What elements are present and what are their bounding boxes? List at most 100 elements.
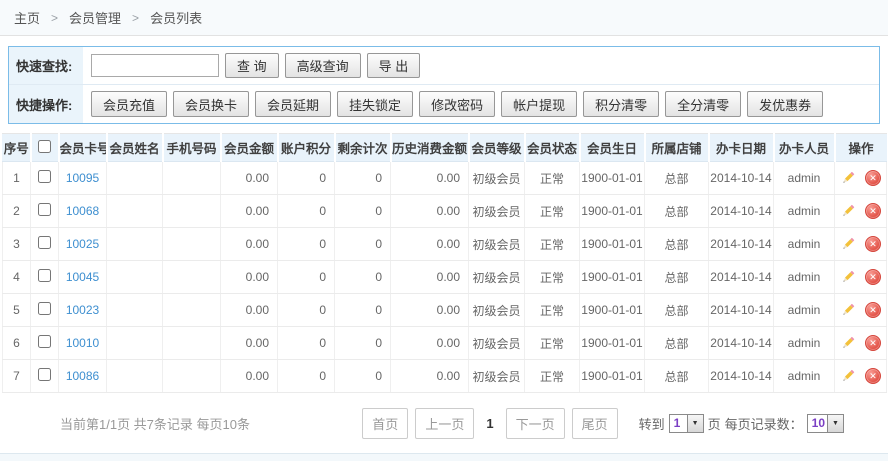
card-number-link[interactable]: 10086 bbox=[66, 369, 99, 383]
member-change-card-button[interactable]: 会员换卡 bbox=[173, 91, 249, 117]
cell-store: 总部 bbox=[645, 360, 709, 393]
header-open-date: 办卡日期 bbox=[709, 134, 774, 162]
cell-operator: admin bbox=[774, 360, 835, 393]
cell-phone bbox=[163, 327, 221, 360]
edit-pencil-icon[interactable] bbox=[840, 170, 856, 186]
card-number-link[interactable]: 10025 bbox=[66, 237, 99, 251]
first-page-button[interactable]: 首页 bbox=[362, 408, 408, 439]
cell-open-date: 2014-10-14 bbox=[709, 162, 774, 195]
page-size-label: 每页记录数： bbox=[725, 414, 803, 433]
header-card-number: 会员卡号 bbox=[59, 134, 107, 162]
row-checkbox[interactable] bbox=[38, 269, 51, 282]
delete-icon[interactable]: ✕ bbox=[865, 170, 881, 186]
card-number-link[interactable]: 10068 bbox=[66, 204, 99, 218]
cell-operation: ✕ bbox=[835, 162, 887, 195]
card-number-link[interactable]: 10023 bbox=[66, 303, 99, 317]
row-checkbox[interactable] bbox=[38, 170, 51, 183]
cell-amount: 0.00 bbox=[221, 294, 278, 327]
quick-search-input[interactable] bbox=[91, 54, 219, 77]
cell-checkbox bbox=[31, 261, 59, 294]
cell-member-name bbox=[107, 360, 163, 393]
delete-icon[interactable]: ✕ bbox=[865, 368, 881, 384]
cell-store: 总部 bbox=[645, 261, 709, 294]
row-checkbox[interactable] bbox=[38, 236, 51, 249]
cell-remaining-times: 0 bbox=[335, 327, 391, 360]
header-amount: 会员金额 bbox=[221, 134, 278, 162]
goto-page-select[interactable]: 1 ▼ bbox=[669, 414, 704, 433]
export-button[interactable]: 导 出 bbox=[367, 53, 421, 78]
select-all-checkbox[interactable] bbox=[38, 140, 51, 153]
delete-icon[interactable]: ✕ bbox=[865, 236, 881, 252]
header-points: 账户积分 bbox=[278, 134, 335, 162]
card-number-link[interactable]: 10045 bbox=[66, 270, 99, 284]
header-member-name: 会员姓名 bbox=[107, 134, 163, 162]
cell-operation: ✕ bbox=[835, 327, 887, 360]
card-number-link[interactable]: 10010 bbox=[66, 336, 99, 350]
header-operation: 操作 bbox=[835, 134, 887, 162]
send-coupon-button[interactable]: 发优惠券 bbox=[747, 91, 823, 117]
points-clear-button[interactable]: 积分清零 bbox=[583, 91, 659, 117]
edit-pencil-icon[interactable] bbox=[840, 269, 856, 285]
cell-remaining-times: 0 bbox=[335, 360, 391, 393]
report-loss-lock-button[interactable]: 挂失锁定 bbox=[337, 91, 413, 117]
row-checkbox[interactable] bbox=[38, 203, 51, 216]
last-page-button[interactable]: 尾页 bbox=[572, 408, 618, 439]
cell-card-number: 10023 bbox=[59, 294, 107, 327]
edit-pencil-icon[interactable] bbox=[840, 335, 856, 351]
member-recharge-button[interactable]: 会员充值 bbox=[91, 91, 167, 117]
cell-open-date: 2014-10-14 bbox=[709, 327, 774, 360]
cell-status: 正常 bbox=[525, 360, 580, 393]
cell-level: 初级会员 bbox=[469, 360, 525, 393]
cell-checkbox bbox=[31, 228, 59, 261]
cell-checkbox bbox=[31, 360, 59, 393]
advanced-query-button[interactable]: 高级查询 bbox=[285, 53, 361, 78]
row-checkbox[interactable] bbox=[38, 335, 51, 348]
cell-operator: admin bbox=[774, 294, 835, 327]
card-number-link[interactable]: 10095 bbox=[66, 171, 99, 185]
row-checkbox[interactable] bbox=[38, 302, 51, 315]
cell-card-number: 10010 bbox=[59, 327, 107, 360]
breadcrumb-member-management[interactable]: 会员管理 bbox=[69, 8, 121, 27]
next-page-button[interactable]: 下一页 bbox=[506, 408, 565, 439]
cell-phone bbox=[163, 261, 221, 294]
cell-status: 正常 bbox=[525, 261, 580, 294]
cell-birthday: 1900-01-01 bbox=[580, 327, 645, 360]
page-size-select[interactable]: 10 ▼ bbox=[807, 414, 844, 433]
dropdown-arrow-icon: ▼ bbox=[687, 415, 703, 432]
cell-operation: ✕ bbox=[835, 360, 887, 393]
cell-checkbox bbox=[31, 162, 59, 195]
cell-member-name bbox=[107, 327, 163, 360]
edit-pencil-icon[interactable] bbox=[840, 236, 856, 252]
delete-icon[interactable]: ✕ bbox=[865, 269, 881, 285]
cell-phone bbox=[163, 228, 221, 261]
account-withdraw-button[interactable]: 帐户提现 bbox=[501, 91, 577, 117]
table-row: 3 10025 0.00 0 0 0.00 初级会员 正常 1900-01-01… bbox=[3, 228, 887, 261]
breadcrumb-home[interactable]: 主页 bbox=[14, 8, 40, 27]
cell-store: 总部 bbox=[645, 294, 709, 327]
delete-icon[interactable]: ✕ bbox=[865, 302, 881, 318]
edit-pencil-icon[interactable] bbox=[840, 203, 856, 219]
all-points-clear-button[interactable]: 全分清零 bbox=[665, 91, 741, 117]
member-extend-button[interactable]: 会员延期 bbox=[255, 91, 331, 117]
breadcrumb-member-list: 会员列表 bbox=[150, 8, 202, 27]
delete-icon[interactable]: ✕ bbox=[865, 203, 881, 219]
cell-phone bbox=[163, 195, 221, 228]
edit-pencil-icon[interactable] bbox=[840, 368, 856, 384]
cell-card-number: 10095 bbox=[59, 162, 107, 195]
table-header-row: 序号 会员卡号 会员姓名 手机号码 会员金额 账户积分 剩余计次 历史消费金额 … bbox=[3, 134, 887, 162]
cell-level: 初级会员 bbox=[469, 327, 525, 360]
prev-page-button[interactable]: 上一页 bbox=[415, 408, 474, 439]
cell-card-number: 10086 bbox=[59, 360, 107, 393]
cell-index: 1 bbox=[3, 162, 31, 195]
goto-label: 转到 bbox=[639, 414, 665, 433]
cell-amount: 0.00 bbox=[221, 195, 278, 228]
edit-pencil-icon[interactable] bbox=[840, 302, 856, 318]
query-button[interactable]: 查 询 bbox=[225, 53, 279, 78]
cell-level: 初级会员 bbox=[469, 261, 525, 294]
change-password-button[interactable]: 修改密码 bbox=[419, 91, 495, 117]
table-row: 2 10068 0.00 0 0 0.00 初级会员 正常 1900-01-01… bbox=[3, 195, 887, 228]
row-checkbox[interactable] bbox=[38, 368, 51, 381]
cell-points: 0 bbox=[278, 261, 335, 294]
delete-icon[interactable]: ✕ bbox=[865, 335, 881, 351]
cell-history-amount: 0.00 bbox=[391, 195, 469, 228]
